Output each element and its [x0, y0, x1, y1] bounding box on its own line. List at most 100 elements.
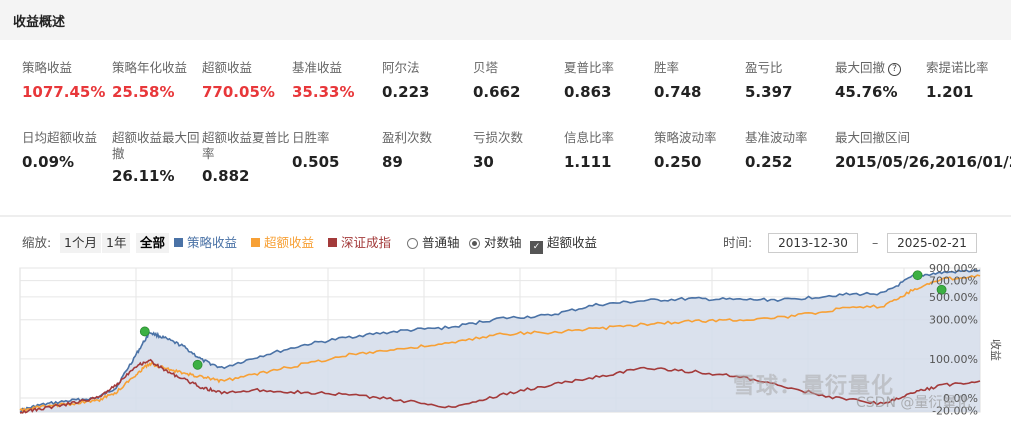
- legend-label: 深证成指: [341, 235, 392, 250]
- time-label: 时间:: [723, 235, 753, 250]
- stat-label: 盈亏比: [745, 60, 783, 75]
- stat-value: 5.397: [745, 83, 793, 101]
- radio-log-axis[interactable]: 对数轴: [469, 233, 522, 253]
- stat-label: 胜率: [654, 60, 680, 75]
- radio-linear-axis[interactable]: 普通轴: [407, 233, 460, 253]
- stat-sortino: 索提诺比率 1.201: [926, 60, 1011, 102]
- stat-strategy-return: 策略收益 1077.45%: [22, 60, 114, 102]
- series-marker: [192, 359, 203, 370]
- stat-strategy-volatility: 策略波动率 0.250: [654, 130, 746, 172]
- stat-max-drawdown-period: 最大回撤区间 2015/05/26,2016/01/2: [835, 130, 1011, 172]
- y-tick-label: 900.00%: [929, 262, 978, 275]
- radio-icon: [407, 238, 418, 249]
- stat-label: 日胜率: [292, 130, 330, 145]
- stat-label: 策略年化收益: [112, 60, 188, 75]
- y-tick-label: 300.00%: [929, 314, 978, 327]
- question-circle-icon[interactable]: ?: [888, 63, 902, 76]
- stat-label: 超额收益: [202, 60, 253, 75]
- stat-win-rate: 胜率 0.748: [654, 60, 746, 102]
- stat-value: 30: [473, 153, 494, 171]
- section-header: 收益概述: [0, 0, 1011, 40]
- stat-value: 0.505: [292, 153, 340, 171]
- watermark-subtext: CSDN @量衍量化: [856, 395, 971, 411]
- stat-beta: 贝塔 0.662: [473, 60, 565, 102]
- stat-label: 超额收益最大回撤: [112, 130, 200, 161]
- stat-label: 最大回撤区间: [835, 130, 911, 145]
- stat-value: 0.223: [382, 83, 430, 101]
- stat-value: 89: [382, 153, 403, 171]
- zoom-1-month-button[interactable]: 1个月: [60, 233, 101, 253]
- y-tick-label: 100.00%: [929, 353, 978, 366]
- legend-label: 超额收益: [264, 235, 315, 250]
- stat-label: 夏普比率: [564, 60, 615, 75]
- stat-alpha: 阿尔法 0.223: [382, 60, 474, 102]
- stat-label: 最大回撤?: [835, 60, 927, 76]
- checkbox-label: 超额收益: [547, 235, 598, 250]
- stat-value: 2015/05/26,2016/01/2: [835, 153, 1011, 171]
- chart-toolbar: 缩放: 1个月 1年 全部 策略收益 超额收益 深证成指 普通轴 对数轴 ✓ 超额…: [0, 226, 1011, 260]
- y-axis-label: 收益: [989, 339, 1003, 361]
- stat-value: 35.33%: [292, 83, 355, 101]
- stat-excess-return: 超额收益 770.05%: [202, 60, 294, 102]
- stat-value: 0.882: [202, 167, 250, 185]
- series-marker: [912, 270, 923, 281]
- radio-selected-icon: [469, 238, 480, 249]
- stat-value: 25.58%: [112, 83, 175, 101]
- stat-label: 索提诺比率: [926, 60, 989, 75]
- stat-max-drawdown: 最大回撤? 45.76%: [835, 60, 927, 102]
- stat-label: 亏损次数: [473, 130, 524, 145]
- stat-label: 盈利次数: [382, 130, 433, 145]
- stat-value: 1077.45%: [22, 83, 106, 101]
- stat-label: 日均超额收益: [22, 130, 98, 145]
- legend-swatch: [174, 238, 183, 247]
- stat-excess-max-drawdown: 超额收益最大回撤 26.11%: [112, 130, 200, 186]
- stat-value: 1.111: [564, 153, 612, 171]
- legend-label: 策略收益: [187, 235, 238, 250]
- stat-value: 1.201: [926, 83, 974, 101]
- section-title: 收益概述: [13, 15, 66, 30]
- zoom-label: 缩放:: [22, 235, 52, 250]
- stat-benchmark-return: 基准收益 35.33%: [292, 60, 384, 102]
- legend-benchmark[interactable]: 深证成指: [328, 233, 391, 253]
- legend-excess[interactable]: 超额收益: [251, 233, 314, 253]
- radio-label: 普通轴: [422, 235, 460, 250]
- checkbox-excess-return[interactable]: ✓ 超额收益: [530, 233, 598, 254]
- stat-value: 26.11%: [112, 167, 175, 185]
- stat-label: 超额收益夏普比率: [202, 130, 290, 161]
- y-tick-label: 700.00%: [929, 275, 978, 288]
- stat-value: 45.76%: [835, 83, 898, 101]
- date-separator: –: [872, 235, 879, 250]
- stat-daily-excess: 日均超额收益 0.09%: [22, 130, 114, 172]
- section-divider: [0, 215, 1011, 217]
- stat-annualized-return: 策略年化收益 25.58%: [112, 60, 204, 102]
- stat-value: 0.252: [745, 153, 793, 171]
- checkmark-icon: ✓: [530, 241, 543, 254]
- stat-value: 0.662: [473, 83, 521, 101]
- stat-label: 贝塔: [473, 60, 499, 75]
- stat-value: 770.05%: [202, 83, 275, 101]
- stat-label-text: 最大回撤: [835, 60, 886, 75]
- radio-label: 对数轴: [484, 235, 522, 250]
- stat-profit-loss-ratio: 盈亏比 5.397: [745, 60, 837, 102]
- stat-label: 基准收益: [292, 60, 343, 75]
- series-marker: [139, 326, 150, 337]
- stat-benchmark-volatility: 基准波动率 0.252: [745, 130, 837, 172]
- stat-label: 信息比率: [564, 130, 615, 145]
- legend-strategy[interactable]: 策略收益: [174, 233, 237, 253]
- stat-excess-sharpe: 超额收益夏普比率 0.882: [202, 130, 290, 186]
- stat-label: 策略波动率: [654, 130, 717, 145]
- zoom-all-button[interactable]: 全部: [136, 233, 170, 253]
- zoom-1-year-button[interactable]: 1年: [102, 233, 131, 253]
- stat-sharpe: 夏普比率 0.863: [564, 60, 656, 102]
- stat-daily-win-rate: 日胜率 0.505: [292, 130, 384, 172]
- stat-label: 阿尔法: [382, 60, 420, 75]
- stat-information-ratio: 信息比率 1.111: [564, 130, 656, 172]
- legend-swatch: [328, 238, 337, 247]
- date-to-input[interactable]: [887, 233, 977, 253]
- stat-value: 0.748: [654, 83, 702, 101]
- stat-value: 0.250: [654, 153, 702, 171]
- date-from-input[interactable]: [768, 233, 858, 253]
- stat-loss-count: 亏损次数 30: [473, 130, 565, 172]
- stat-value: 0.09%: [22, 153, 75, 171]
- stat-label: 基准波动率: [745, 130, 808, 145]
